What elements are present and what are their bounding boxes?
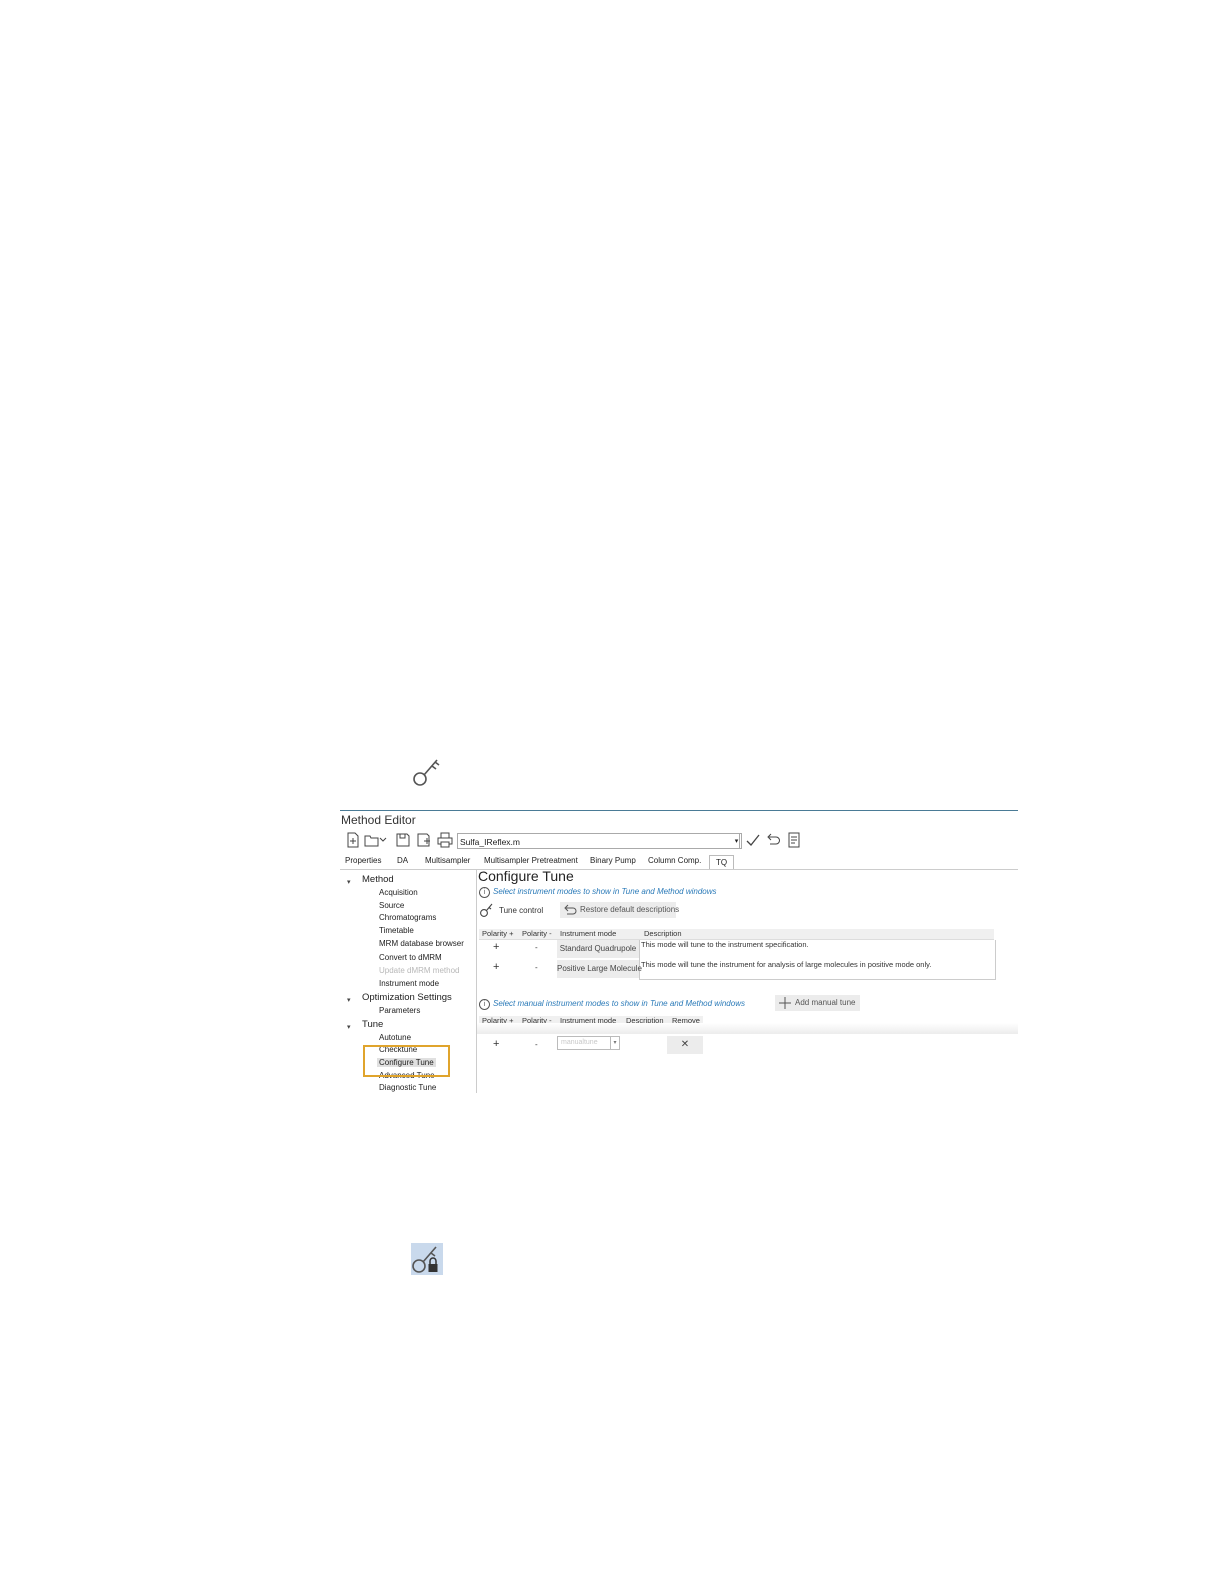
restore-default-descriptions-button[interactable]: Restore default descriptions — [560, 902, 680, 918]
row2-instrument-mode[interactable]: Positive Large Molecule — [557, 960, 642, 978]
tune-key-lock-icon — [411, 1243, 443, 1275]
row2-description[interactable]: This mode will tune the instrument for a… — [641, 960, 931, 969]
tune-control-key-icon[interactable] — [479, 902, 495, 918]
info-select-instrument-modes: Select instrument modes to show in Tune … — [493, 887, 717, 896]
module-tabs: Properties DA Multisampler Multisampler … — [340, 855, 1018, 870]
restore-label: Restore default descriptions — [580, 905, 680, 914]
col-polarity-plus: Polarity + — [482, 929, 514, 938]
tab-properties[interactable]: Properties — [345, 856, 381, 865]
nav-group-tune[interactable]: Tune — [362, 1019, 383, 1030]
nav-item-instrument-mode[interactable]: Instrument mode — [379, 979, 439, 988]
row2-polarity-minus[interactable]: - — [535, 963, 538, 972]
tune-control-button[interactable]: Tune control — [499, 906, 543, 915]
page-title: Configure Tune — [478, 868, 574, 884]
nav-item-update-dmrm-method: Update dMRM method — [379, 966, 460, 975]
tab-multisampler[interactable]: Multisampler — [425, 856, 470, 865]
collapse-caret-icon[interactable]: ▾ — [347, 878, 351, 886]
table1-header — [479, 929, 994, 940]
add-manual-tune-button[interactable]: Add manual tune — [775, 995, 860, 1011]
nav-group-method[interactable]: Method — [362, 874, 394, 885]
tune-key-icon — [413, 759, 440, 786]
nav-item-autotune[interactable]: Autotune — [379, 1033, 411, 1042]
tab-column-comp[interactable]: Column Comp. — [648, 856, 701, 865]
collapse-caret-icon[interactable]: ▾ — [347, 1023, 351, 1031]
check-icon[interactable] — [745, 832, 761, 848]
nav-item-parameters[interactable]: Parameters — [379, 1006, 420, 1015]
chevron-down-icon[interactable]: ▾ — [610, 1037, 619, 1049]
row2-polarity-plus[interactable]: + — [493, 961, 499, 973]
info-icon: i — [479, 887, 490, 898]
remove-manual-tune-button[interactable]: ✕ — [667, 1036, 703, 1054]
nav-item-mrm-database-browser[interactable]: MRM database browser — [379, 939, 464, 948]
window-title: Method Editor — [341, 813, 416, 827]
method-editor-window: Method Editor Sulfa_IReflex.m ▾ Properti… — [340, 810, 1018, 1093]
row1-polarity-plus[interactable]: + — [493, 941, 499, 953]
method-file-field[interactable]: Sulfa_IReflex.m — [457, 833, 740, 849]
tab-tq[interactable]: TQ — [709, 855, 735, 869]
manual-instrument-mode-combo[interactable]: manualtune ▾ — [557, 1036, 620, 1050]
file-dropdown-arrow[interactable]: ▾ — [732, 833, 742, 849]
row1-polarity-minus[interactable]: - — [535, 943, 538, 952]
nav-item-chromatograms[interactable]: Chromatograms — [379, 913, 436, 922]
undo-arrow-icon — [564, 904, 577, 915]
nav-item-diagnostic-tune[interactable]: Diagnostic Tune — [379, 1083, 436, 1092]
configure-tune-highlight — [363, 1045, 450, 1077]
row1-description[interactable]: This mode will tune to the instrument sp… — [641, 940, 809, 949]
info-select-manual-modes: Select manual instrument modes to show i… — [493, 999, 745, 1008]
chevron-down-icon[interactable] — [378, 832, 388, 848]
new-file-icon[interactable] — [345, 832, 361, 848]
tab-binary-pump[interactable]: Binary Pump — [590, 856, 636, 865]
plus-icon — [779, 997, 791, 1009]
method-report-icon[interactable] — [786, 832, 802, 848]
add-manual-tune-label: Add manual tune — [795, 998, 856, 1007]
nav-item-timetable[interactable]: Timetable — [379, 926, 414, 935]
col-description: Description — [644, 929, 682, 938]
nav-item-acquisition[interactable]: Acquisition — [379, 888, 418, 897]
print-icon[interactable] — [437, 832, 453, 848]
nav-item-convert-to-dmrm[interactable]: Convert to dMRM — [379, 953, 442, 962]
manual-mode-placeholder: manualtune — [561, 1039, 598, 1046]
info-icon: i — [479, 999, 490, 1010]
col-instrument-mode: Instrument mode — [560, 929, 617, 938]
tab-multisampler-pretreatment[interactable]: Multisampler Pretreatment — [484, 856, 578, 865]
toolbar: Sulfa_IReflex.m ▾ — [342, 832, 1018, 850]
manual-polarity-minus[interactable]: - — [535, 1040, 538, 1049]
nav-group-optimization-settings[interactable]: Optimization Settings — [362, 992, 452, 1003]
navigation-tree: ▾ Method Acquisition Source Chromatogram… — [340, 870, 477, 1093]
collapse-caret-icon[interactable]: ▾ — [347, 996, 351, 1004]
col-polarity-minus: Polarity - — [522, 929, 552, 938]
row1-instrument-mode[interactable]: Standard Quadrupole — [557, 940, 639, 958]
manual-polarity-plus[interactable]: + — [493, 1038, 499, 1050]
save-icon[interactable] — [395, 832, 411, 848]
save-as-icon[interactable] — [416, 832, 432, 848]
bottom-fade — [477, 1023, 1018, 1034]
nav-item-source[interactable]: Source — [379, 901, 404, 910]
tab-da[interactable]: DA — [397, 856, 408, 865]
configure-tune-panel: Configure Tune i Select instrument modes… — [477, 868, 1018, 1093]
undo-icon[interactable] — [765, 832, 781, 848]
